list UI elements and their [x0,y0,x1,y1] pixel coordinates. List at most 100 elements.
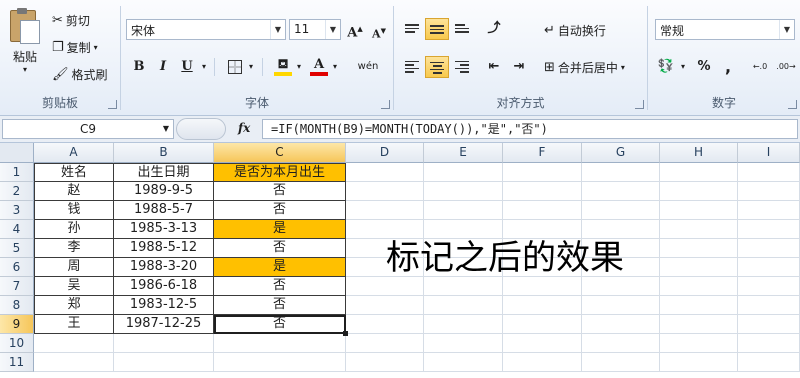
column-header-e[interactable]: E [424,143,503,163]
borders-dropdown-icon[interactable]: ▾ [246,56,256,78]
clipboard-launcher-icon[interactable] [108,100,117,109]
formula-input[interactable]: =IF(MONTH(B9)=MONTH(TODAY()),"是","否") [262,119,798,139]
underline-button[interactable]: U [175,56,199,78]
cut-button[interactable]: ✂ 剪切 [52,10,90,30]
flag-cell[interactable]: 否 [214,239,346,258]
name-cell[interactable]: 郑 [34,296,114,315]
name-box[interactable]: C9 ▼ [2,119,174,139]
header-cell-name[interactable]: 姓名 [34,163,114,182]
fill-color-dropdown-icon[interactable]: ▾ [294,56,304,78]
empty-cell[interactable] [503,182,582,201]
empty-cell[interactable] [582,315,660,334]
row-header-7[interactable]: 7 [0,277,34,296]
column-header-g[interactable]: G [582,143,660,163]
empty-cell[interactable] [503,163,582,182]
row-header-8[interactable]: 8 [0,296,34,315]
name-cell[interactable]: 孙 [34,220,114,239]
accounting-dropdown-icon[interactable]: ▾ [678,56,688,78]
empty-cell[interactable] [660,163,738,182]
empty-cell[interactable] [660,277,738,296]
empty-cell[interactable] [346,315,424,334]
column-header-b[interactable]: B [114,143,214,163]
empty-cell[interactable] [346,277,424,296]
align-top-button[interactable] [400,18,424,40]
empty-cell[interactable] [346,334,424,353]
empty-cell[interactable] [738,334,800,353]
empty-cell[interactable] [503,277,582,296]
row-header-10[interactable]: 10 [0,334,34,353]
name-cell[interactable]: 钱 [34,201,114,220]
font-size-select[interactable]: 11 ▼ [289,19,341,40]
align-middle-button[interactable] [425,18,449,40]
header-cell-is-birth-month[interactable]: 是否为本月出生 [214,163,346,182]
empty-cell[interactable] [346,201,424,220]
empty-cell[interactable] [114,353,214,372]
align-center-button[interactable] [425,56,449,78]
paste-icon[interactable] [6,8,42,44]
row-header-9[interactable]: 9 [0,315,34,334]
font-color-button[interactable]: A [307,54,331,76]
empty-cell[interactable] [424,315,503,334]
row-header-5[interactable]: 5 [0,239,34,258]
bold-button[interactable]: B [127,56,151,78]
empty-cell[interactable] [738,163,800,182]
number-launcher-icon[interactable] [788,100,797,109]
empty-cell[interactable] [346,182,424,201]
empty-cell[interactable] [503,296,582,315]
birthdate-cell[interactable]: 1983-12-5 [114,296,214,315]
birthdate-cell[interactable]: 1988-3-20 [114,258,214,277]
percent-button[interactable]: % [692,56,716,78]
fill-handle[interactable] [343,331,348,336]
number-format-select[interactable]: 常规 ▼ [655,19,795,40]
select-all-corner[interactable] [0,143,34,163]
empty-cell[interactable] [424,296,503,315]
align-right-button[interactable] [450,56,474,78]
row-header-3[interactable]: 3 [0,201,34,220]
flag-cell[interactable]: 否 [214,201,346,220]
empty-cell[interactable] [660,182,738,201]
row-header-6[interactable]: 6 [0,258,34,277]
name-cell[interactable]: 吴 [34,277,114,296]
font-size-dropdown-icon[interactable]: ▼ [325,20,340,39]
underline-dropdown-icon[interactable]: ▾ [199,56,209,78]
flag-cell[interactable]: 否 [214,182,346,201]
empty-cell[interactable] [660,239,738,258]
copy-button[interactable]: ❐ 复制 ▾ [52,37,98,57]
birthdate-cell[interactable]: 1989-9-5 [114,182,214,201]
empty-cell[interactable] [582,296,660,315]
empty-cell[interactable] [34,334,114,353]
empty-cell[interactable] [738,315,800,334]
empty-cell[interactable] [660,334,738,353]
row-header-4[interactable]: 4 [0,220,34,239]
empty-cell[interactable] [424,277,503,296]
number-format-dropdown-icon[interactable]: ▼ [779,20,794,39]
birthdate-cell[interactable]: 1985-3-13 [114,220,214,239]
empty-cell[interactable] [34,353,114,372]
empty-cell[interactable] [424,334,503,353]
increase-indent-button[interactable]: ⇥ [507,56,531,78]
empty-cell[interactable] [346,353,424,372]
comma-button[interactable]: , [716,56,740,78]
wrap-text-button[interactable]: ↵ 自动换行 [544,20,606,40]
paste-button[interactable]: 粘贴 ▾ [8,48,42,74]
italic-button[interactable]: I [151,56,175,78]
name-box-dropdown-icon[interactable]: ▼ [163,120,169,138]
birthdate-cell[interactable]: 1988-5-7 [114,201,214,220]
format-painter-button[interactable]: 🖌 格式刷 [52,64,108,84]
name-cell[interactable]: 周 [34,258,114,277]
column-header-d[interactable]: D [346,143,424,163]
flag-cell[interactable]: 否 [214,296,346,315]
decrease-indent-button[interactable]: ⇤ [482,56,506,78]
grow-font-button[interactable]: A▲ [343,18,367,40]
orientation-button[interactable]: ⤴ [482,18,506,40]
empty-cell[interactable] [660,220,738,239]
empty-cell[interactable] [503,353,582,372]
empty-cell[interactable] [738,201,800,220]
empty-cell[interactable] [738,353,800,372]
empty-cell[interactable] [503,334,582,353]
empty-cell[interactable] [214,334,346,353]
fill-color-button[interactable]: ⛾ [271,54,295,76]
empty-cell[interactable] [660,258,738,277]
column-header-i[interactable]: I [738,143,800,163]
empty-cell[interactable] [346,163,424,182]
